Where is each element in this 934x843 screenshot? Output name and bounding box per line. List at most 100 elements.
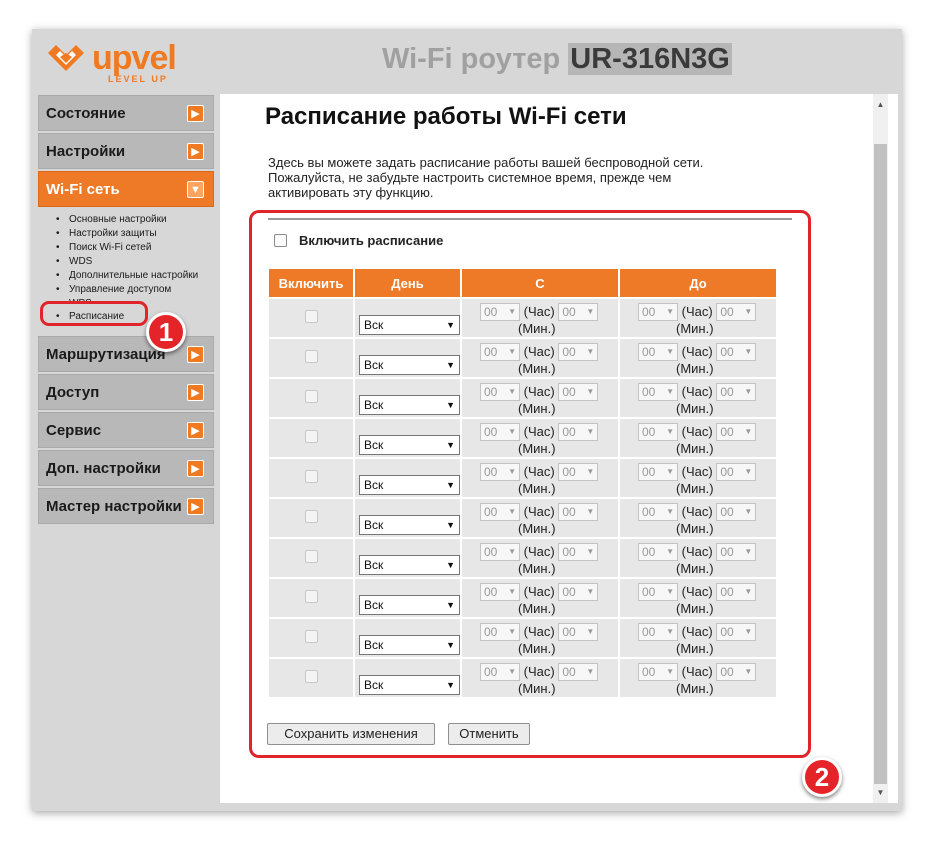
submenu-item-access-control[interactable]: Управление доступом [56,283,214,297]
to-hour-select[interactable]: 00 [638,342,678,361]
day-select[interactable]: Вск [359,435,460,455]
sidebar-item-extra-settings[interactable]: Доп. настройки ▶ [38,450,214,486]
product-model: UR-316N3G [568,43,732,75]
scroll-up-icon[interactable]: ▲ [873,96,888,113]
day-select[interactable]: Вск [359,355,460,375]
from-hour-select[interactable]: 00 [480,422,520,441]
row-enable-checkbox[interactable] [304,350,318,363]
from-minute-select[interactable]: 00 [558,622,599,641]
hour-unit-label: (Час) [523,423,555,439]
to-minute-select[interactable]: 00 [716,662,757,681]
sidebar-item-wizard[interactable]: Мастер настройки ▶ [38,488,214,524]
to-cell: 00 (Час) 00(Мин.) [620,579,776,617]
day-cell: Вск [355,579,460,617]
from-minute-select[interactable]: 00 [558,382,599,401]
day-select[interactable]: Вск [359,315,460,335]
to-cell: 00 (Час) 00(Мин.) [620,339,776,377]
from-hour-select[interactable]: 00 [480,462,520,481]
day-select[interactable]: Вск [359,475,460,495]
sidebar-item-service[interactable]: Сервис ▶ [38,412,214,448]
table-row: Вск00 (Час) 00(Мин.)00 (Час) 00(Мин.) [269,659,776,697]
to-minute-select[interactable]: 00 [716,342,757,361]
from-hour-select[interactable]: 00 [480,542,520,561]
to-hour-select[interactable]: 00 [638,422,678,441]
from-hour-select[interactable]: 00 [480,382,520,401]
row-enable-checkbox[interactable] [304,550,318,563]
row-enable-checkbox[interactable] [304,430,318,443]
scrollbar-thumb[interactable] [874,144,887,784]
to-minute-select[interactable]: 00 [716,422,757,441]
cancel-button[interactable]: Отменить [448,723,530,745]
minute-unit-label: (Мин.) [518,480,556,496]
from-minute-select[interactable]: 00 [558,342,599,361]
to-hour-select[interactable]: 00 [638,622,678,641]
to-minute-select[interactable]: 00 [716,542,757,561]
to-hour-select[interactable]: 00 [638,582,678,601]
day-select[interactable]: Вск [359,555,460,575]
to-minute-select[interactable]: 00 [716,302,757,321]
row-enable-checkbox[interactable] [304,390,318,403]
sidebar-item-wifi[interactable]: Wi-Fi сеть ▼ [38,171,214,207]
row-enable-checkbox[interactable] [304,510,318,523]
to-minute-select[interactable]: 00 [716,582,757,601]
sidebar-item-routing[interactable]: Маршрутизация ▶ [38,336,214,372]
from-hour-select[interactable]: 00 [480,582,520,601]
schedule-panel: Включить расписание Включить День С До В… [249,210,811,758]
row-enable-checkbox[interactable] [304,630,318,643]
from-minute-select[interactable]: 00 [558,662,599,681]
day-select[interactable]: Вск [359,595,460,615]
to-hour-select[interactable]: 00 [638,662,678,681]
sidebar-item-label: Доп. настройки [46,459,161,477]
table-row: Вск00 (Час) 00(Мин.)00 (Час) 00(Мин.) [269,619,776,657]
from-minute-select[interactable]: 00 [558,422,599,441]
day-cell: Вск [355,619,460,657]
from-hour-select[interactable]: 00 [480,662,520,681]
description-line: Здесь вы можете задать расписание работы… [268,155,704,170]
to-hour-select[interactable]: 00 [638,502,678,521]
row-enable-checkbox[interactable] [304,670,318,683]
day-select[interactable]: Вск [359,515,460,535]
to-hour-select[interactable]: 00 [638,382,678,401]
to-hour-select[interactable]: 00 [638,302,678,321]
to-minute-select[interactable]: 00 [716,382,757,401]
save-button[interactable]: Сохранить изменения [267,723,435,745]
day-cell: Вск [355,419,460,457]
day-select[interactable]: Вск [359,675,460,695]
row-enable-checkbox[interactable] [304,590,318,603]
from-hour-select[interactable]: 00 [480,342,520,361]
from-minute-select[interactable]: 00 [558,462,599,481]
to-minute-select[interactable]: 00 [716,502,757,521]
from-hour-select[interactable]: 00 [480,302,520,321]
submenu-item-scan[interactable]: Поиск Wi-Fi сетей [56,241,214,255]
from-hour-select[interactable]: 00 [480,502,520,521]
enable-cell [269,539,353,577]
submenu-item-wds[interactable]: WDS [56,255,214,269]
day-cell: Вск [355,539,460,577]
from-minute-select[interactable]: 00 [558,302,599,321]
from-hour-select[interactable]: 00 [480,622,520,641]
to-minute-select[interactable]: 00 [716,622,757,641]
row-enable-checkbox[interactable] [304,310,318,323]
hour-unit-label: (Час) [523,303,555,319]
sidebar-item-settings[interactable]: Настройки ▶ [38,133,214,169]
to-hour-select[interactable]: 00 [638,462,678,481]
to-minute-select[interactable]: 00 [716,462,757,481]
day-select[interactable]: Вск [359,395,460,415]
from-minute-select[interactable]: 00 [558,582,599,601]
from-cell: 00 (Час) 00(Мин.) [462,539,618,577]
enable-schedule-checkbox[interactable] [274,234,287,247]
sidebar-item-status[interactable]: Состояние ▶ [38,95,214,131]
submenu-item-security[interactable]: Настройки защиты [56,227,214,241]
day-select[interactable]: Вск [359,635,460,655]
day-cell: Вск [355,499,460,537]
from-minute-select[interactable]: 00 [558,542,599,561]
sidebar-item-access[interactable]: Доступ ▶ [38,374,214,410]
scroll-down-icon[interactable]: ▼ [873,784,888,801]
vertical-scrollbar[interactable]: ▲ ▼ [873,94,888,803]
submenu-item-basic[interactable]: Основные настройки [56,213,214,227]
row-enable-checkbox[interactable] [304,470,318,483]
submenu-item-advanced[interactable]: Дополнительные настройки [56,269,214,283]
to-hour-select[interactable]: 00 [638,542,678,561]
chevron-right-icon: ▶ [187,384,204,401]
from-minute-select[interactable]: 00 [558,502,599,521]
